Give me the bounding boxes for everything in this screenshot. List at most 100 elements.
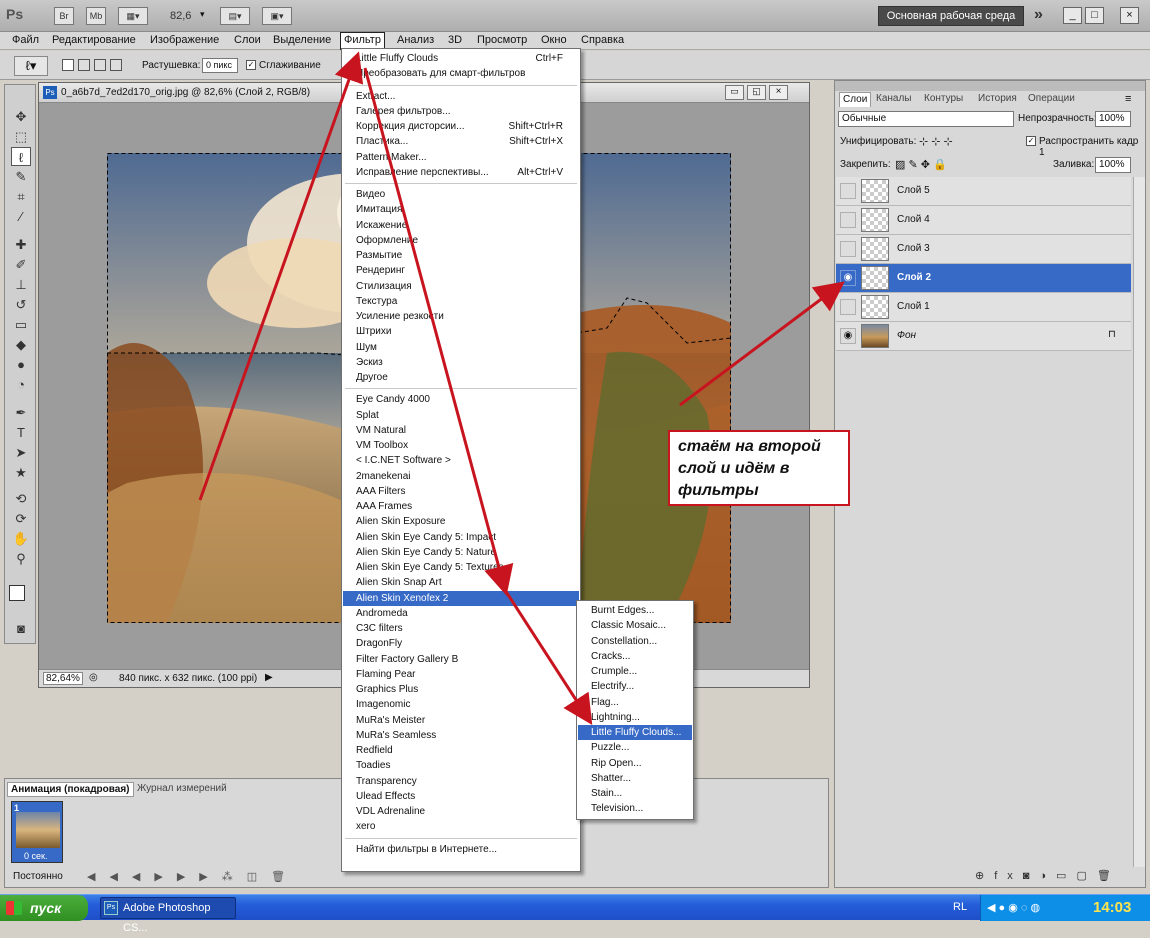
filter-menu-item[interactable]: Little Fluffy Clouds Ctrl+F — [343, 51, 579, 66]
type-tool-icon[interactable]: T — [11, 423, 31, 442]
loop-select[interactable]: Постоянно — [13, 871, 63, 882]
menu-analysis[interactable]: Анализ — [397, 34, 434, 46]
xenofex-item[interactable]: Flag... — [578, 695, 692, 710]
filter-plugin-item[interactable]: Alien Skin Xenofex 2 — [343, 590, 579, 606]
filter-plugin-item[interactable]: AAA Frames — [343, 499, 579, 514]
history-brush-icon[interactable]: ↺ — [11, 295, 31, 314]
new-selection-icon[interactable] — [62, 59, 74, 71]
filter-plugin-item[interactable]: AAA Filters — [343, 484, 579, 499]
shape-tool-icon[interactable]: ★ — [11, 463, 31, 482]
filter-plugin-item[interactable]: Ulead Effects — [343, 789, 579, 804]
filter-plugin-item[interactable]: Filter Factory Gallery B — [343, 652, 579, 667]
intersect-selection-icon[interactable] — [110, 59, 122, 71]
filter-plugin-item[interactable]: Eye Candy 4000 — [343, 392, 579, 407]
filter-plugin-item[interactable]: Alien Skin Snap Art — [343, 575, 579, 590]
tray-icons[interactable]: ◀ ● ◉ ◌ ◍ — [987, 901, 1040, 914]
restore-button[interactable]: □ — [1085, 7, 1104, 24]
menu-image[interactable]: Изображение — [150, 34, 219, 46]
pen-tool-icon[interactable]: ✒ — [11, 403, 31, 422]
xenofex-item[interactable]: Stain... — [578, 786, 692, 801]
xenofex-item[interactable]: Electrify... — [578, 679, 692, 694]
lock-icons[interactable]: ▨ ✎ ✥ 🔒 — [895, 158, 947, 171]
menu-edit[interactable]: Редактирование — [52, 34, 136, 46]
menu-window[interactable]: Окно — [541, 34, 567, 46]
quick-mask-icon[interactable]: ◙ — [11, 619, 31, 638]
stamp-tool-icon[interactable]: ⊥ — [11, 275, 31, 294]
filter-submenu-item[interactable]: Имитация — [343, 202, 579, 217]
crop-tool-icon[interactable]: ⌗ — [11, 187, 31, 206]
menu-3d[interactable]: 3D — [448, 34, 462, 46]
filter-menu-item[interactable]: Extract... — [343, 89, 579, 104]
filter-plugin-item[interactable]: xero — [343, 819, 579, 834]
filter-plugin-item[interactable]: Flaming Pear — [343, 667, 579, 682]
dodge-tool-icon[interactable]: ◔ — [11, 375, 31, 394]
blend-mode-select[interactable]: Обычные — [838, 111, 1014, 127]
filter-plugin-item[interactable]: Alien Skin Exposure — [343, 514, 579, 529]
visibility-toggle[interactable] — [840, 241, 856, 257]
xenofex-item[interactable]: Television... — [578, 801, 692, 816]
filter-plugin-item[interactable]: Toadies — [343, 758, 579, 773]
xenofex-item[interactable]: Cracks... — [578, 649, 692, 664]
filter-submenu-item[interactable]: Другое — [343, 370, 579, 385]
layers-scrollbar[interactable] — [1133, 177, 1145, 867]
filter-plugin-item[interactable]: MuRa's Seamless — [343, 728, 579, 743]
zoom-level[interactable]: 82,6 — [170, 10, 191, 22]
visibility-toggle[interactable] — [840, 299, 856, 315]
hand-tool-icon[interactable]: ✋ — [11, 529, 31, 548]
filter-menu-item[interactable]: Преобразовать для смарт-фильтров — [343, 66, 579, 81]
taskbar-photoshop[interactable]: Adobe Photoshop CS... — [100, 897, 236, 934]
lasso-preset-icon[interactable]: ℓ▾ — [14, 56, 48, 76]
filter-plugin-item[interactable]: C3C filters — [343, 621, 579, 636]
xenofex-item[interactable]: Crumple... — [578, 664, 692, 679]
menu-select[interactable]: Выделение — [273, 34, 331, 46]
view-extras-dropdown[interactable]: ▦▾ — [118, 7, 148, 25]
healing-tool-icon[interactable]: ✚ — [11, 235, 31, 254]
filter-submenu-item[interactable]: Оформление — [343, 233, 579, 248]
filter-plugin-item[interactable]: Alien Skin Eye Candy 5: Nature — [343, 545, 579, 560]
3d-rotate-icon[interactable]: ⟲ — [11, 489, 31, 508]
animation-frame[interactable]: 1 0 сек. — [11, 801, 63, 863]
workspace-button[interactable]: Основная рабочая среда — [878, 6, 1024, 26]
filter-submenu-item[interactable]: Размытие — [343, 248, 579, 263]
status-menu-icon[interactable]: ◎ — [89, 672, 98, 683]
layer-row[interactable]: Слой 3 — [836, 235, 1131, 264]
blur-tool-icon[interactable]: ● — [11, 355, 31, 374]
layer-row[interactable]: Слой 4 — [836, 206, 1131, 235]
marquee-tool-icon[interactable]: ⬚ — [11, 127, 31, 146]
filter-plugin-item[interactable]: Imagenomic — [343, 697, 579, 712]
paint-bucket-icon[interactable]: ◆ — [11, 335, 31, 354]
visibility-toggle[interactable] — [840, 183, 856, 199]
filter-plugin-item[interactable]: < I.C.NET Software > — [343, 453, 579, 468]
filter-submenu-item[interactable]: Стилизация — [343, 279, 579, 294]
xenofex-item[interactable]: Classic Mosaic... — [578, 618, 692, 633]
menu-help[interactable]: Справка — [581, 34, 624, 46]
doc-close-button[interactable]: × — [769, 85, 788, 100]
close-button[interactable]: × — [1120, 7, 1139, 24]
filter-menu-item[interactable]: Коррекция дисторсии... Shift+Ctrl+R — [343, 119, 579, 134]
tab-layers[interactable]: Слои — [839, 92, 872, 107]
filter-plugin-item[interactable]: Alien Skin Eye Candy 5: Impact — [343, 530, 579, 545]
bridge-button[interactable]: Br — [54, 7, 74, 25]
doc-minimize-button[interactable]: ▭ — [725, 85, 744, 100]
chevron-down-icon[interactable]: ▾ — [200, 9, 205, 20]
filter-menu-item[interactable]: Пластика... Shift+Ctrl+X — [343, 134, 579, 149]
find-filters-online[interactable]: Найти фильтры в Интернете... — [343, 842, 579, 857]
filter-plugin-item[interactable]: 2manekenai — [343, 469, 579, 484]
menu-view[interactable]: Просмотр — [477, 34, 527, 46]
zoom-tool-icon[interactable]: ⚲ — [11, 549, 31, 568]
tab-actions[interactable]: Операции — [1025, 92, 1078, 107]
filter-plugin-item[interactable]: DragonFly — [343, 636, 579, 651]
xenofex-item[interactable]: Lightning... — [578, 710, 692, 725]
eye-icon[interactable]: ◉ — [840, 270, 856, 286]
foreground-color-swatch[interactable] — [9, 585, 25, 601]
language-indicator[interactable]: RL — [953, 901, 967, 913]
unify-icons[interactable]: ⊹ ⊹ ⊹ — [919, 135, 953, 148]
tab-paths[interactable]: Контуры — [921, 92, 966, 107]
zoom-field[interactable]: 82,64% — [43, 672, 83, 685]
filter-plugin-item[interactable]: Redfield — [343, 743, 579, 758]
filter-submenu-item[interactable]: Эскиз — [343, 355, 579, 370]
layer-row-selected[interactable]: ◉ Слой 2 — [836, 264, 1131, 293]
brush-tool-icon[interactable]: ✐ — [11, 255, 31, 274]
filter-submenu-item[interactable]: Текстура — [343, 294, 579, 309]
tab-measurement-log[interactable]: Журнал измерений — [137, 783, 227, 794]
